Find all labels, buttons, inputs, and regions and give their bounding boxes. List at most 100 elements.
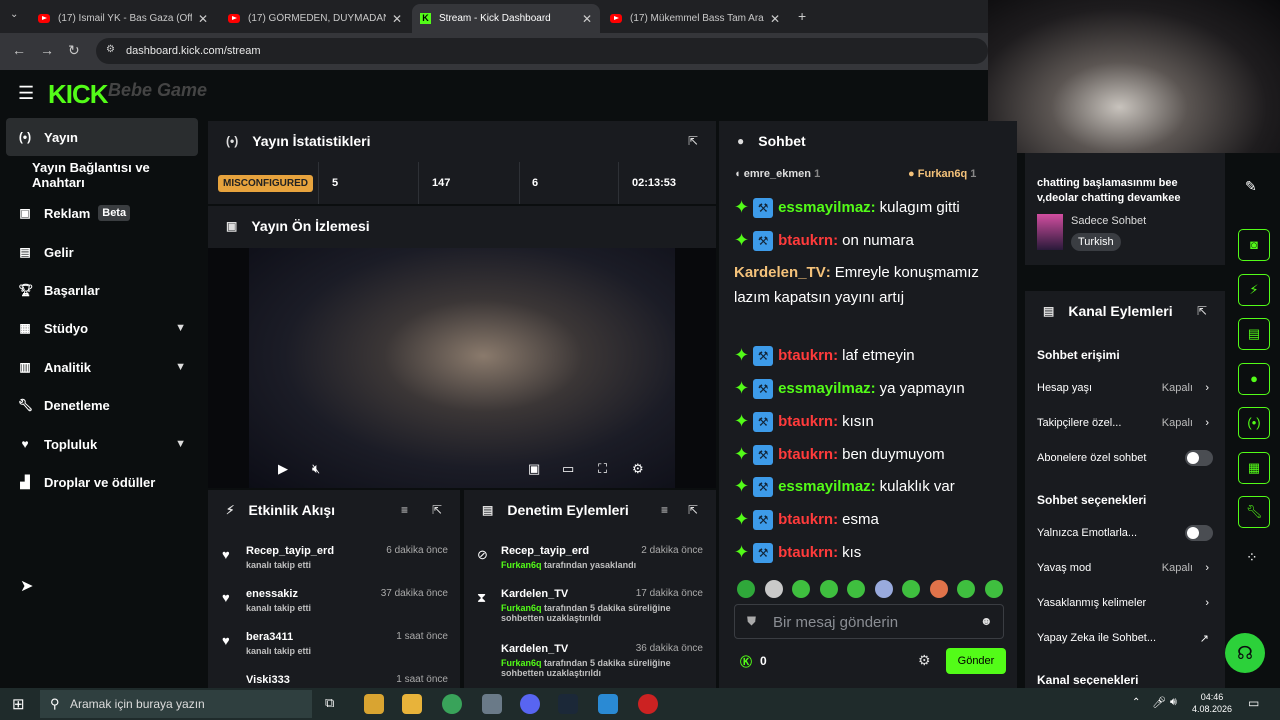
chat-username[interactable]: Kardelen_TV (734, 264, 826, 281)
sidebar-item-droplar[interactable]: ▟ Droplar ve ödüller (6, 463, 198, 501)
app-icon[interactable] (638, 694, 658, 714)
emote-icon[interactable] (875, 580, 893, 598)
app-icon[interactable] (482, 694, 502, 714)
close-icon[interactable]: ✕ (392, 12, 402, 26)
subscribers-only-toggle[interactable] (1185, 450, 1213, 466)
emote-icon[interactable] (957, 580, 975, 598)
mute-icon[interactable]: 🔇︎ (312, 461, 320, 477)
setting-account-age[interactable]: Hesap yaşı Kapalı › (1037, 382, 1217, 394)
sidebar-item-reklam[interactable]: ▣ Reklam Beta (6, 194, 198, 232)
send-button[interactable]: Gönder (946, 648, 1006, 674)
browser-tab-2[interactable]: (17) GÖRMEDEN, DUYMADAN ✕ (220, 4, 410, 33)
popout-icon[interactable]: ⇱ (688, 134, 698, 148)
forward-icon[interactable]: → (40, 42, 54, 58)
browser-tab-3[interactable]: K Stream - Kick Dashboard ✕ (412, 4, 600, 33)
dots-icon[interactable]: ⁘ (1246, 549, 1258, 566)
emote-icon[interactable] (847, 580, 865, 598)
category-name[interactable]: Sadece Sohbet (1071, 215, 1146, 227)
chat-message-input[interactable]: Bir mesaj gönderin (734, 604, 1004, 639)
close-icon[interactable]: ✕ (198, 12, 208, 26)
tab-list-icon[interactable]: ⌄ (10, 9, 18, 20)
emote-icon[interactable] (792, 580, 810, 598)
file-explorer-icon[interactable] (402, 694, 422, 714)
pinned-user-2[interactable]: ● Furkan6q 1 (908, 168, 976, 180)
shield-icon[interactable]: ⛊ (747, 614, 756, 629)
pip-icon[interactable]: ▣ (528, 461, 540, 477)
close-icon[interactable]: ✕ (582, 12, 592, 26)
chat-username[interactable]: btaukrn (778, 511, 833, 528)
volume-icon[interactable]: 🔊︎ (1170, 696, 1177, 709)
setting-banned-words[interactable]: Yasaklanmış kelimeler › (1037, 597, 1217, 609)
pinned-user-1[interactable]: ◖ emre_ekmen 1 (734, 168, 820, 180)
chat-icon[interactable]: ● (1238, 363, 1270, 395)
sidebar-item-studyo[interactable]: ▦ Stüdyo ▼ (6, 309, 198, 347)
steam-icon[interactable] (558, 694, 578, 714)
sidebar-item-gelir[interactable]: ▤ Gelir (6, 233, 198, 271)
chat-username[interactable]: btaukrn (778, 413, 833, 430)
sidebar-item-topluluk[interactable]: ♥ Topluluk ▼ (6, 425, 198, 463)
browser-tab-4[interactable]: (17) Mükemmel Bass Tam Arab ✕ (602, 4, 788, 33)
fullscreen-icon[interactable]: ⛶ (598, 461, 607, 477)
windows-start-icon[interactable]: ⊞ (12, 695, 25, 713)
setting-ai-chat[interactable]: Yapay Zeka ile Sohbet... ↗ (1037, 632, 1217, 645)
chat-username[interactable]: btaukrn (778, 232, 833, 249)
emote-icon[interactable] (820, 580, 838, 598)
sidebar-item-basarilar[interactable]: 🏆︎ Başarılar (6, 271, 198, 309)
app-icon[interactable] (364, 694, 384, 714)
taskbar-clock[interactable]: 04:46 4.08.2026 (1192, 691, 1232, 715)
emote-icon[interactable] (737, 580, 755, 598)
bolt-icon[interactable]: ⚡︎ (1238, 274, 1270, 306)
chat-username[interactable]: btaukrn (778, 347, 833, 364)
kick-points-icon[interactable]: Ⓚ (740, 653, 752, 670)
emote-icon[interactable] (765, 580, 783, 598)
hamburger-icon[interactable]: ☰ (18, 84, 34, 102)
broadcast-icon[interactable]: (•) (1238, 407, 1270, 439)
panel-icon[interactable]: ▦ (1238, 452, 1270, 484)
sidebar-item-yayin[interactable]: (•) Yayın (6, 118, 198, 156)
sidebar-item-analitik[interactable]: ▥ Analitik ▼ (6, 348, 198, 386)
task-view-icon[interactable]: ⧉ (325, 695, 334, 711)
sidebar-item-stream-key[interactable]: Yayın Bağlantısı ve Anahtarı (6, 156, 198, 194)
chat-username[interactable]: btaukrn (778, 446, 833, 463)
popout-icon[interactable]: ⇱ (1197, 304, 1207, 318)
chat-username[interactable]: btaukrn (778, 544, 833, 561)
wrench-icon[interactable]: 🔧︎ (1238, 496, 1270, 528)
settings-icon[interactable]: ⚙ (632, 461, 644, 477)
play-icon[interactable]: ▶ (278, 461, 288, 477)
emoji-icon[interactable]: ☻ (980, 614, 993, 628)
chrome-icon[interactable] (442, 694, 462, 714)
popout-icon[interactable]: ⇱ (432, 503, 442, 517)
emote-icon[interactable] (985, 580, 1003, 598)
kick-logo[interactable]: KICK (48, 79, 109, 110)
edit-icon[interactable]: ✎ (1245, 178, 1257, 195)
camera-icon[interactable]: ◙ (1238, 229, 1270, 261)
new-tab-icon[interactable]: + (798, 8, 806, 24)
emote-only-toggle[interactable] (1185, 525, 1213, 541)
taskbar-search-input[interactable]: Aramak için buraya yazın (40, 690, 312, 718)
support-chat-icon[interactable]: ☊ (1225, 633, 1265, 673)
filter-icon[interactable]: ≡ (661, 503, 668, 517)
tray-chevron-icon[interactable]: ⌃ (1132, 697, 1140, 708)
setting-followers-only[interactable]: Takipçilere özel... Kapalı › (1037, 417, 1217, 429)
chat-username[interactable]: essmayilmaz (778, 380, 871, 397)
app-icon[interactable] (598, 694, 618, 714)
notification-icon[interactable]: ▭ (1248, 696, 1259, 710)
popout-icon[interactable]: ⇱ (688, 503, 698, 517)
site-info-icon[interactable]: ⚙ (106, 44, 115, 55)
reload-icon[interactable]: ↻ (68, 42, 80, 59)
notes-icon[interactable]: ▤ (1238, 318, 1270, 350)
setting-slow-mode[interactable]: Yavaş mod Kapalı › (1037, 562, 1217, 574)
sidebar-item-denetleme[interactable]: 🔧︎ Denetleme (6, 386, 198, 424)
chat-username[interactable]: essmayilmaz (778, 199, 871, 216)
emote-icon[interactable] (902, 580, 920, 598)
back-icon[interactable]: ← (12, 42, 26, 58)
browser-tab-1[interactable]: (17) İsmail YK - Bas Gaza (Offici ✕ (30, 4, 216, 33)
chat-username[interactable]: essmayilmaz (778, 478, 871, 495)
url-input[interactable]: dashboard.kick.com/stream (96, 38, 988, 64)
filter-icon[interactable]: ≡ (401, 503, 408, 517)
close-icon[interactable]: ✕ (770, 12, 780, 26)
chat-settings-icon[interactable]: ⚙ (918, 652, 931, 669)
microphone-icon[interactable]: 🎤︎ (1152, 696, 1166, 709)
discord-icon[interactable] (520, 694, 540, 714)
theater-icon[interactable]: ▭ (562, 461, 574, 477)
